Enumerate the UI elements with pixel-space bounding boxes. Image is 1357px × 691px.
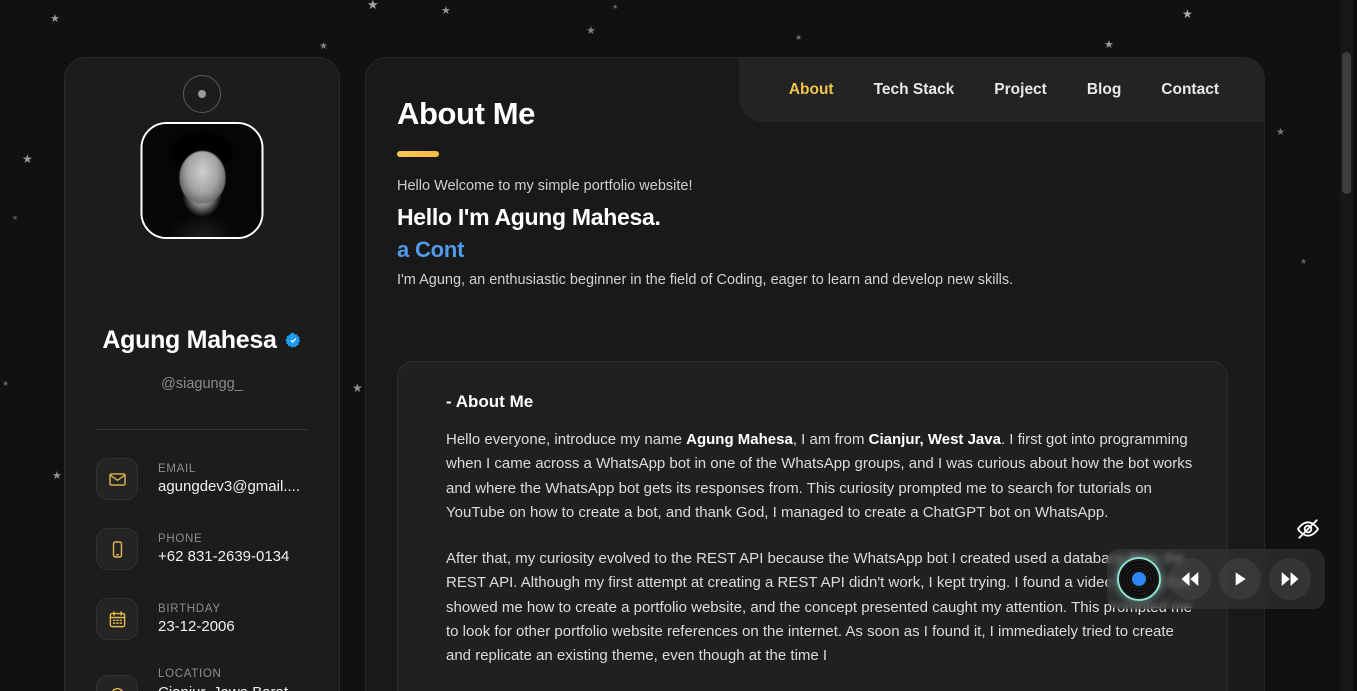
star-icon: ★ xyxy=(1300,257,1308,266)
verified-badge-icon xyxy=(285,332,300,348)
star-icon: ★ xyxy=(50,13,60,25)
nav-item-blog[interactable]: Blog xyxy=(1087,81,1121,99)
page-scrollbar[interactable] xyxy=(1340,0,1353,691)
profile-divider xyxy=(96,429,308,430)
contact-label: BIRTHDAY xyxy=(158,603,221,615)
contact-list: EMAIL agungdev3@gmail.... PHONE +62 831-… xyxy=(96,458,321,691)
contact-label: EMAIL xyxy=(158,463,197,475)
contact-label: PHONE xyxy=(158,533,203,545)
contact-label: LOCATION xyxy=(158,668,222,680)
intro-block: Hello Welcome to my simple portfolio web… xyxy=(397,178,1228,288)
about-paragraph-2: After that, my curiosity evolved to the … xyxy=(446,550,1192,665)
scrollbar-thumb[interactable] xyxy=(1342,52,1351,194)
about-me-heading: - About Me xyxy=(446,392,534,411)
star-icon: ★ xyxy=(2,379,10,388)
intro-welcome-text: Hello Welcome to my simple portfolio web… xyxy=(397,178,693,194)
profile-handle: @siagungg_ xyxy=(161,376,243,392)
about-p1-bold-name: Agung Mahesa xyxy=(686,431,793,448)
nav-item-about[interactable]: About xyxy=(789,81,834,99)
star-icon: ★ xyxy=(441,5,451,17)
camera-dot-icon xyxy=(183,75,221,113)
contact-value: 23-12-2006 xyxy=(158,618,235,635)
nav-item-project[interactable]: Project xyxy=(994,81,1047,99)
page-right-edge xyxy=(1353,0,1357,691)
intro-name-text: Hello I'm Agung Mahesa. xyxy=(397,204,661,230)
star-icon: ★ xyxy=(1182,7,1193,21)
profile-card: Agung Mahesa @siagungg_ EMAIL agungdev3@… xyxy=(64,57,340,691)
envelope-icon xyxy=(96,458,138,500)
rewind-button[interactable] xyxy=(1169,558,1211,600)
main-navigation: About Tech Stack Project Blog Contact xyxy=(738,58,1264,122)
contact-item-phone[interactable]: PHONE +62 831-2639-0134 xyxy=(96,528,321,570)
about-p1-bold-place: Cianjur, West Java xyxy=(868,431,1001,448)
star-icon: ★ xyxy=(352,381,363,395)
location-pin-icon xyxy=(96,674,138,691)
calendar-icon xyxy=(96,598,138,640)
star-icon: ★ xyxy=(1276,127,1285,138)
star-icon: ★ xyxy=(795,33,803,42)
star-icon: ★ xyxy=(22,152,33,166)
star-icon: ★ xyxy=(319,41,328,52)
nav-item-tech-stack[interactable]: Tech Stack xyxy=(874,81,955,99)
title-accent-bar xyxy=(397,151,439,157)
contact-value: agungdev3@gmail.... xyxy=(158,478,300,495)
profile-name-row: Agung Mahesa xyxy=(65,326,339,355)
about-me-box: - About Me Hello everyone, introduce my … xyxy=(397,361,1228,691)
star-icon: ★ xyxy=(12,215,19,222)
profile-name: Agung Mahesa xyxy=(102,326,277,354)
page-title: About Me xyxy=(397,96,535,131)
music-player-widget xyxy=(1107,549,1325,609)
portfolio-page: ★ ★ ★ ★ ★ ★ ★ ★ ★ ★ ★ ★ ★ ★ ★ ★ Agung Ma… xyxy=(0,0,1357,691)
contact-item-birthday[interactable]: BIRTHDAY 23-12-2006 xyxy=(96,598,321,640)
intro-typing-text: a Cont xyxy=(397,237,465,262)
play-button[interactable] xyxy=(1219,558,1261,600)
contact-value: Cianjur, Jawa Barat, INDONESIA xyxy=(158,683,321,691)
fast-forward-button[interactable] xyxy=(1269,558,1311,600)
star-icon: ★ xyxy=(586,25,596,37)
vinyl-disc-icon[interactable] xyxy=(1117,557,1161,601)
star-icon: ★ xyxy=(1104,39,1114,51)
intro-subtitle-text: I'm Agung, an enthusiastic beginner in t… xyxy=(397,272,1014,288)
contact-value: +62 831-2639-0134 xyxy=(158,548,290,565)
nav-item-contact[interactable]: Contact xyxy=(1161,81,1219,99)
star-icon: ★ xyxy=(367,0,379,12)
contact-item-email[interactable]: EMAIL agungdev3@gmail.... xyxy=(96,458,321,500)
star-icon: ★ xyxy=(52,470,62,482)
about-p1-text-1: Hello everyone, introduce my name xyxy=(446,431,687,448)
eye-off-icon[interactable] xyxy=(1291,512,1325,546)
about-p1-text-2: , I am from xyxy=(792,431,869,448)
about-paragraph-1: Hello everyone, introduce my name Agung … xyxy=(446,428,1193,525)
star-icon: ★ xyxy=(612,4,619,11)
contact-item-location[interactable]: LOCATION Cianjur, Jawa Barat, INDONESIA xyxy=(96,668,321,691)
avatar-image xyxy=(142,124,262,237)
phone-icon xyxy=(96,528,138,570)
avatar xyxy=(140,122,264,239)
